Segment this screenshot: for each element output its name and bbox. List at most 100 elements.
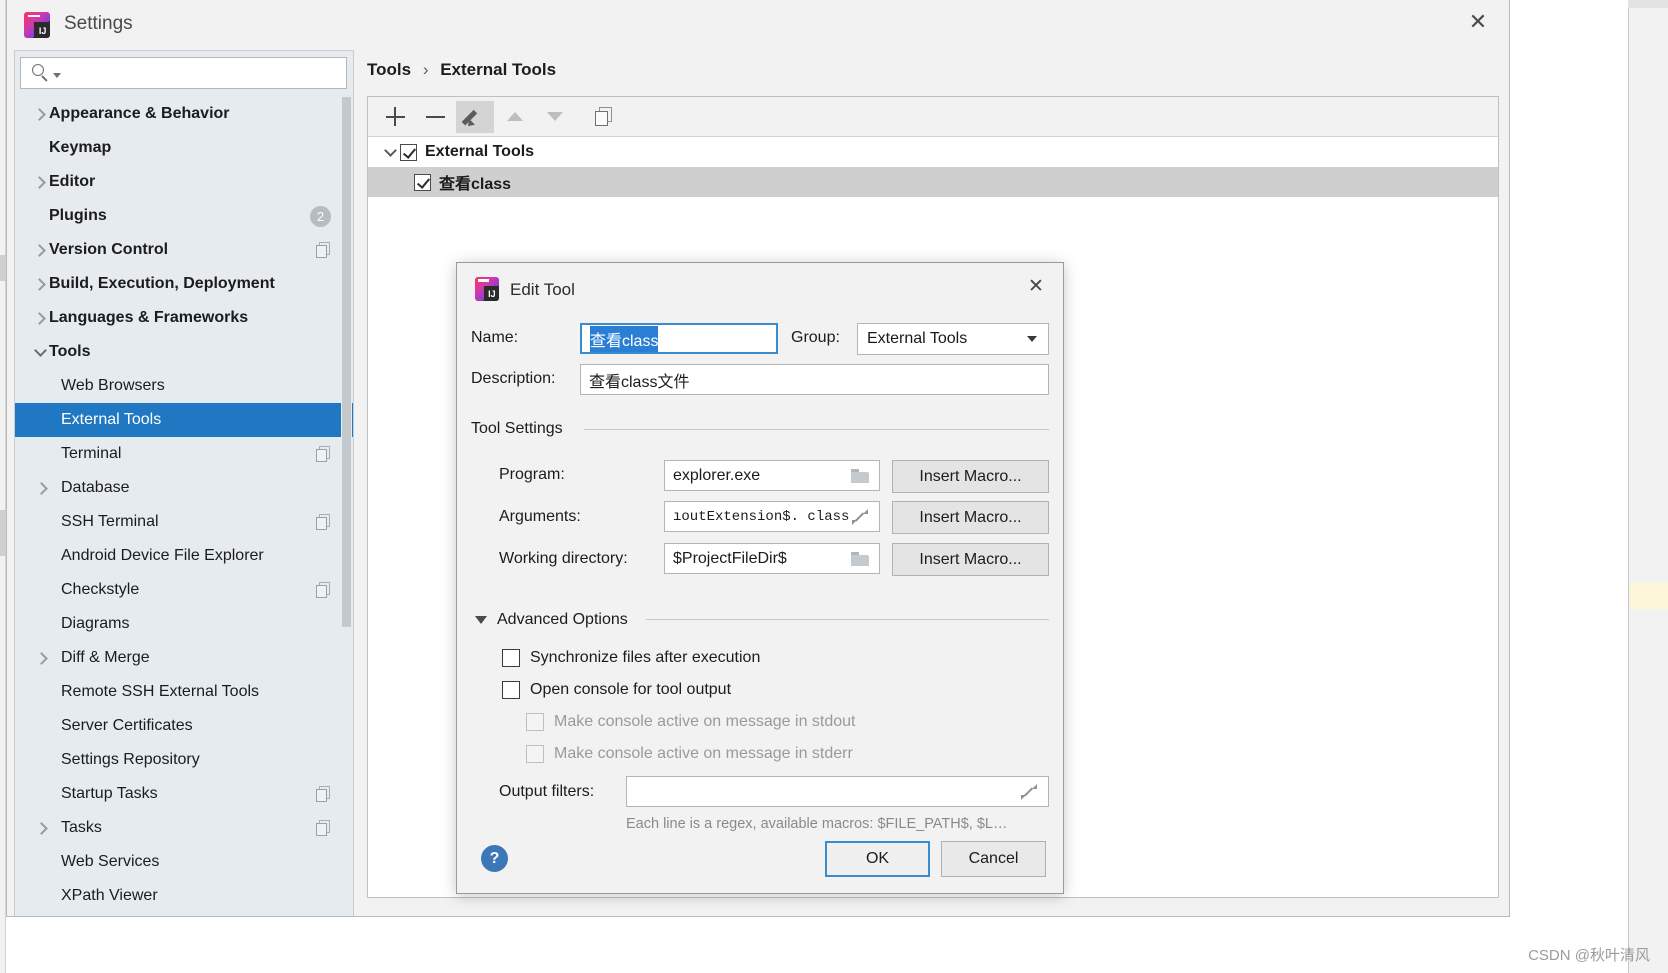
description-label: Description: [471, 370, 556, 387]
ide-editor-highlight-strip [1630, 583, 1668, 609]
sidebar-item-editor[interactable]: Editor [15, 165, 353, 199]
move-up-button[interactable] [496, 101, 534, 133]
tools-group-row[interactable]: External Tools [368, 137, 1498, 167]
arguments-input[interactable]: ıoutExtension$. class” [664, 501, 880, 532]
sidebar-item-label: Editor [49, 173, 96, 190]
tool-item-row[interactable]: 查看class [368, 167, 1498, 197]
group-row: Group: [791, 329, 840, 347]
copy-settings-icon[interactable] [316, 514, 331, 530]
sidebar-item-web-services[interactable]: Web Services [15, 845, 353, 879]
working-directory-insert-macro-button[interactable]: Insert Macro... [892, 543, 1049, 576]
sidebar-item-external-tools[interactable]: External Tools [15, 403, 353, 437]
sidebar-item-label: External Tools [61, 411, 162, 428]
breadcrumb: Tools › External Tools [367, 60, 556, 80]
chevron-right-icon[interactable] [31, 280, 49, 289]
sidebar-item-tools[interactable]: Tools [15, 335, 353, 369]
chevron-right-icon[interactable] [31, 178, 49, 187]
expand-icon[interactable] [1018, 783, 1040, 800]
arrow-up-icon [507, 112, 523, 121]
chevron-right-icon[interactable] [31, 314, 49, 323]
ok-button[interactable]: OK [825, 841, 930, 877]
sidebar-item-label: Keymap [49, 139, 112, 156]
search-input[interactable] [67, 64, 346, 82]
sidebar-item-database[interactable]: Database [15, 471, 353, 505]
sidebar-item-ssh-terminal[interactable]: SSH Terminal [15, 505, 353, 539]
copy-settings-icon[interactable] [316, 446, 331, 462]
cancel-button[interactable]: Cancel [941, 841, 1046, 877]
status-badge: 2 [310, 206, 331, 227]
folder-icon[interactable] [849, 468, 871, 483]
sidebar-item-settings-repository[interactable]: Settings Repository [15, 743, 353, 777]
sidebar-item-checkstyle[interactable]: Checkstyle [15, 573, 353, 607]
copy-settings-icon[interactable] [316, 242, 331, 258]
checkbox-label: Open console for tool output [530, 681, 732, 698]
sidebar-item-appearance-behavior[interactable]: Appearance & Behavior [15, 97, 353, 131]
edit-button[interactable] [456, 100, 494, 133]
group-label: External Tools [425, 143, 535, 160]
expand-icon[interactable] [849, 508, 871, 525]
copy-button[interactable] [584, 101, 622, 133]
close-icon[interactable]: ✕ [1019, 271, 1053, 301]
checkbox-box [526, 745, 544, 763]
copy-settings-icon[interactable] [316, 582, 331, 598]
chevron-down-icon [1027, 336, 1037, 342]
help-button[interactable]: ? [481, 845, 508, 872]
checkbox-box[interactable] [502, 649, 520, 667]
working-directory-input[interactable]: $ProjectFileDir$ [664, 543, 880, 574]
checkbox-label: Make console active on message in stdout [554, 713, 856, 730]
sidebar-scrollbar-thumb[interactable] [342, 97, 351, 627]
checkbox-open-console[interactable]: Open console for tool output [502, 681, 731, 699]
search-box[interactable] [20, 57, 347, 89]
name-input[interactable]: 查看class [580, 323, 778, 354]
sidebar-item-remote-ssh-external-tools[interactable]: Remote SSH External Tools [15, 675, 353, 709]
sidebar-item-languages-frameworks[interactable]: Languages & Frameworks [15, 301, 353, 335]
chevron-down-icon[interactable] [53, 73, 61, 78]
sidebar-item-tasks[interactable]: Tasks [15, 811, 353, 845]
tool-item-checkbox[interactable] [414, 173, 431, 191]
move-down-button[interactable] [536, 101, 574, 133]
chevron-down-icon[interactable] [31, 350, 49, 355]
chevron-down-icon[interactable] [380, 150, 400, 155]
sidebar-item-label: Web Services [61, 853, 160, 870]
sidebar-item-xpath-viewer[interactable]: XPath Viewer [15, 879, 353, 913]
sidebar-item-plugins[interactable]: Plugins 2 [15, 199, 353, 233]
sidebar-item-terminal[interactable]: Terminal [15, 437, 353, 471]
checkbox-box[interactable] [502, 681, 520, 699]
folder-icon[interactable] [849, 551, 871, 566]
program-input[interactable]: explorer.exe [664, 460, 880, 491]
chevron-right-icon[interactable] [33, 484, 51, 493]
tool-item-label: 查看class [439, 176, 512, 193]
group-checkbox[interactable] [400, 143, 417, 161]
chevron-right-icon[interactable] [31, 246, 49, 255]
remove-button[interactable] [416, 101, 454, 133]
advanced-options-toggle[interactable]: Advanced Options [475, 611, 628, 629]
copy-settings-icon[interactable] [316, 786, 331, 802]
checkbox-synchronize-files[interactable]: Synchronize files after execution [502, 649, 760, 667]
sidebar-item-server-certificates[interactable]: Server Certificates [15, 709, 353, 743]
intellij-idea-icon: IJ [24, 12, 50, 38]
chevron-right-icon[interactable] [33, 654, 51, 663]
chevron-right-icon[interactable] [31, 110, 49, 119]
sidebar-item-diff-merge[interactable]: Diff & Merge [15, 641, 353, 675]
close-icon[interactable]: ✕ [1457, 4, 1499, 40]
program-insert-macro-button[interactable]: Insert Macro... [892, 460, 1049, 493]
minus-icon [425, 107, 445, 126]
sidebar-item-build-execution-deployment[interactable]: Build, Execution, Deployment [15, 267, 353, 301]
sidebar-item-android-device-file-explorer[interactable]: Android Device File Explorer [15, 539, 353, 573]
sidebar-item-keymap[interactable]: Keymap [15, 131, 353, 165]
arguments-insert-macro-button[interactable]: Insert Macro... [892, 501, 1049, 534]
triangle-down-icon [475, 616, 487, 624]
add-button[interactable] [376, 101, 414, 133]
sidebar-item-version-control[interactable]: Version Control [15, 233, 353, 267]
breadcrumb-root[interactable]: Tools [367, 60, 411, 79]
sidebar-item-web-browsers[interactable]: Web Browsers [15, 369, 353, 403]
description-input[interactable]: 查看class文件 [580, 364, 1049, 395]
output-filters-input[interactable] [626, 776, 1049, 807]
sidebar-item-diagrams[interactable]: Diagrams [15, 607, 353, 641]
sidebar-item-startup-tasks[interactable]: Startup Tasks [15, 777, 353, 811]
dialog-footer: ? OK Cancel [457, 831, 1063, 893]
chevron-right-icon[interactable] [33, 824, 51, 833]
sidebar-scrollbar[interactable] [341, 97, 352, 903]
group-select[interactable]: External Tools [857, 323, 1049, 355]
copy-settings-icon[interactable] [316, 820, 331, 836]
